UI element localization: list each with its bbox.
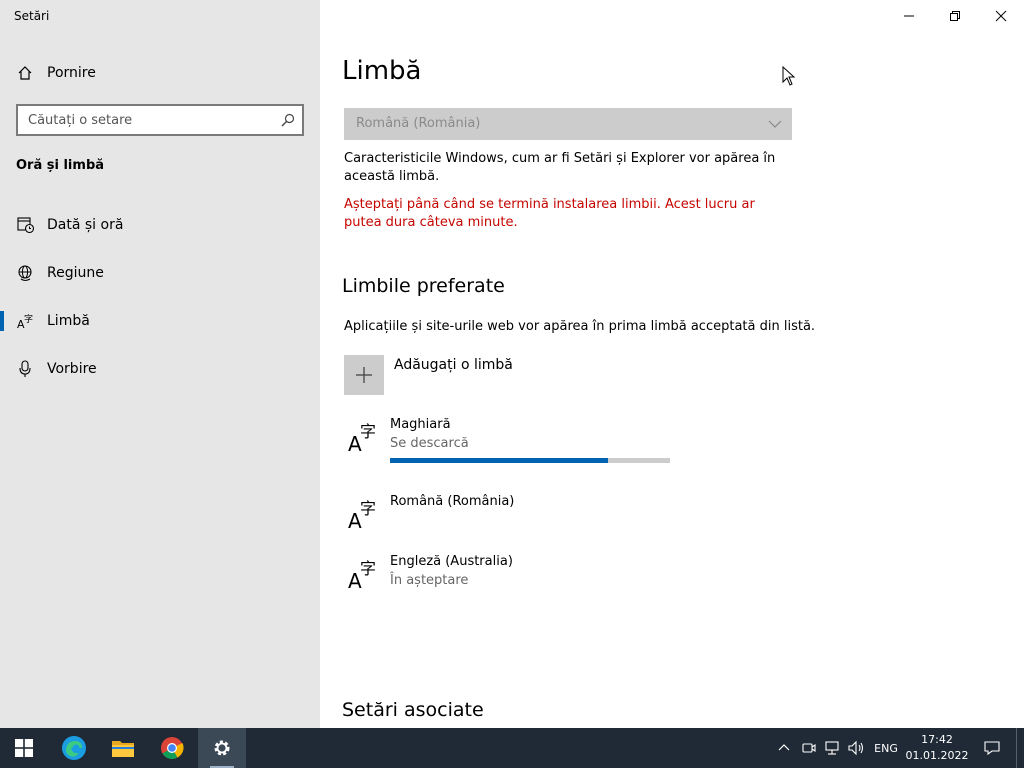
calendar-clock-icon (17, 217, 35, 234)
home-icon (18, 66, 32, 80)
minimize-icon (904, 15, 914, 17)
chevron-up-icon (778, 744, 790, 751)
sidebar-item-label: Regiune (47, 265, 104, 281)
sidebar-item-region[interactable]: Regiune (0, 253, 320, 293)
language-item-romanian[interactable]: A 字 Română (România) (344, 494, 764, 544)
language-icon: A 字 (348, 559, 376, 590)
clock-time: 17:42 (921, 733, 953, 746)
show-desktop-button[interactable] (1016, 728, 1017, 768)
close-icon (995, 10, 1007, 22)
section-title: Oră și limbă (16, 158, 105, 173)
svg-text:字: 字 (360, 499, 376, 518)
volume-icon (848, 741, 864, 755)
notification-icon (984, 741, 1000, 756)
start-icon (15, 739, 33, 757)
preferred-languages-description: Aplicațiile și site-urile web vor apărea… (344, 319, 816, 334)
display-language-select[interactable]: Română (România) (344, 108, 792, 140)
add-language-button[interactable]: Adăugați o limbă (344, 355, 644, 395)
svg-text:字: 字 (360, 559, 376, 578)
close-button[interactable] (978, 0, 1024, 32)
sidebar-item-label: Limbă (47, 313, 90, 329)
file-explorer-icon (112, 741, 134, 757)
nav-home[interactable]: Pornire (0, 56, 320, 90)
language-name: Maghiară (390, 417, 451, 432)
meet-now-icon (802, 743, 816, 753)
language-item-hungarian[interactable]: A 字 Maghiară Se descarcă (344, 417, 764, 467)
preferred-languages-title: Limbile preferate (342, 275, 505, 297)
language-status: Se descarcă (390, 436, 469, 451)
svg-text:字: 字 (24, 313, 33, 325)
display-language-value: Română (România) (356, 116, 481, 131)
language-icon: A 字 (348, 422, 376, 453)
page-title: Limbă (342, 56, 422, 86)
taskbar-file-explorer[interactable] (99, 728, 147, 768)
download-progress-bar (390, 458, 670, 463)
search-box[interactable] (16, 104, 304, 136)
chevron-down-icon (768, 120, 782, 128)
related-settings-title: Setări asociate (342, 699, 484, 721)
sidebar-item-date-time[interactable]: Dată și oră (0, 205, 320, 245)
input-language-indicator[interactable]: ENG (870, 728, 902, 768)
search-input[interactable] (18, 106, 302, 134)
minimize-button[interactable] (886, 0, 932, 32)
svg-text:字: 字 (360, 422, 376, 441)
network-icon (825, 741, 839, 755)
taskbar-chrome[interactable] (148, 728, 196, 768)
taskbar-clock[interactable]: 17:42 01.01.2022 (900, 732, 974, 764)
language-name: Română (România) (390, 494, 515, 509)
window-title: Setări (14, 9, 50, 23)
language-name: Engleză (Australia) (390, 554, 513, 569)
sidebar-item-label: Dată și oră (47, 217, 124, 233)
action-center-button[interactable] (978, 728, 1006, 768)
sidebar-item-label: Vorbire (47, 361, 97, 377)
tray-network[interactable] (822, 728, 844, 768)
installation-warning: Așteptați până când se termină instalare… (344, 197, 755, 230)
language-item-english-australia[interactable]: A 字 Engleză (Australia) În așteptare (344, 554, 764, 604)
add-language-label: Adăugați o limbă (394, 357, 513, 373)
language-status: În așteptare (390, 573, 469, 588)
chrome-icon (161, 737, 184, 759)
main-content: Limbă Română (România) Caracteristicile … (320, 0, 1024, 728)
clock-date: 01.01.2022 (905, 749, 969, 762)
show-hidden-icons-button[interactable] (774, 728, 794, 768)
nav-home-label: Pornire (47, 65, 96, 81)
restore-icon (950, 11, 960, 21)
display-language-description: Caracteristicile Windows, cum ar fi Setă… (344, 151, 776, 184)
tray-meet-now[interactable] (799, 728, 819, 768)
plus-icon (356, 367, 372, 383)
edge-icon (62, 736, 86, 760)
selection-indicator (0, 311, 4, 331)
sidebar: Setări Pornire Oră și limbă Dată și oră (0, 0, 320, 728)
tray-volume[interactable] (846, 728, 868, 768)
settings-icon (214, 740, 230, 756)
microphone-icon (19, 360, 31, 377)
taskbar-settings[interactable] (198, 728, 246, 768)
sidebar-item-language[interactable]: A 字 Limbă (0, 301, 320, 341)
start-button[interactable] (0, 728, 48, 768)
download-progress-fill (390, 458, 609, 463)
language-icon: A 字 (348, 499, 376, 530)
mouse-cursor-icon (782, 66, 796, 86)
sidebar-item-speech[interactable]: Vorbire (0, 349, 320, 389)
globe-icon (18, 265, 32, 282)
restore-button[interactable] (932, 0, 978, 32)
language-icon: A 字 (17, 313, 33, 330)
taskbar-edge[interactable] (50, 728, 98, 768)
search-icon[interactable] (281, 113, 295, 127)
add-icon-box (344, 355, 384, 395)
taskbar: ENG 17:42 01.01.2022 (0, 728, 1024, 768)
